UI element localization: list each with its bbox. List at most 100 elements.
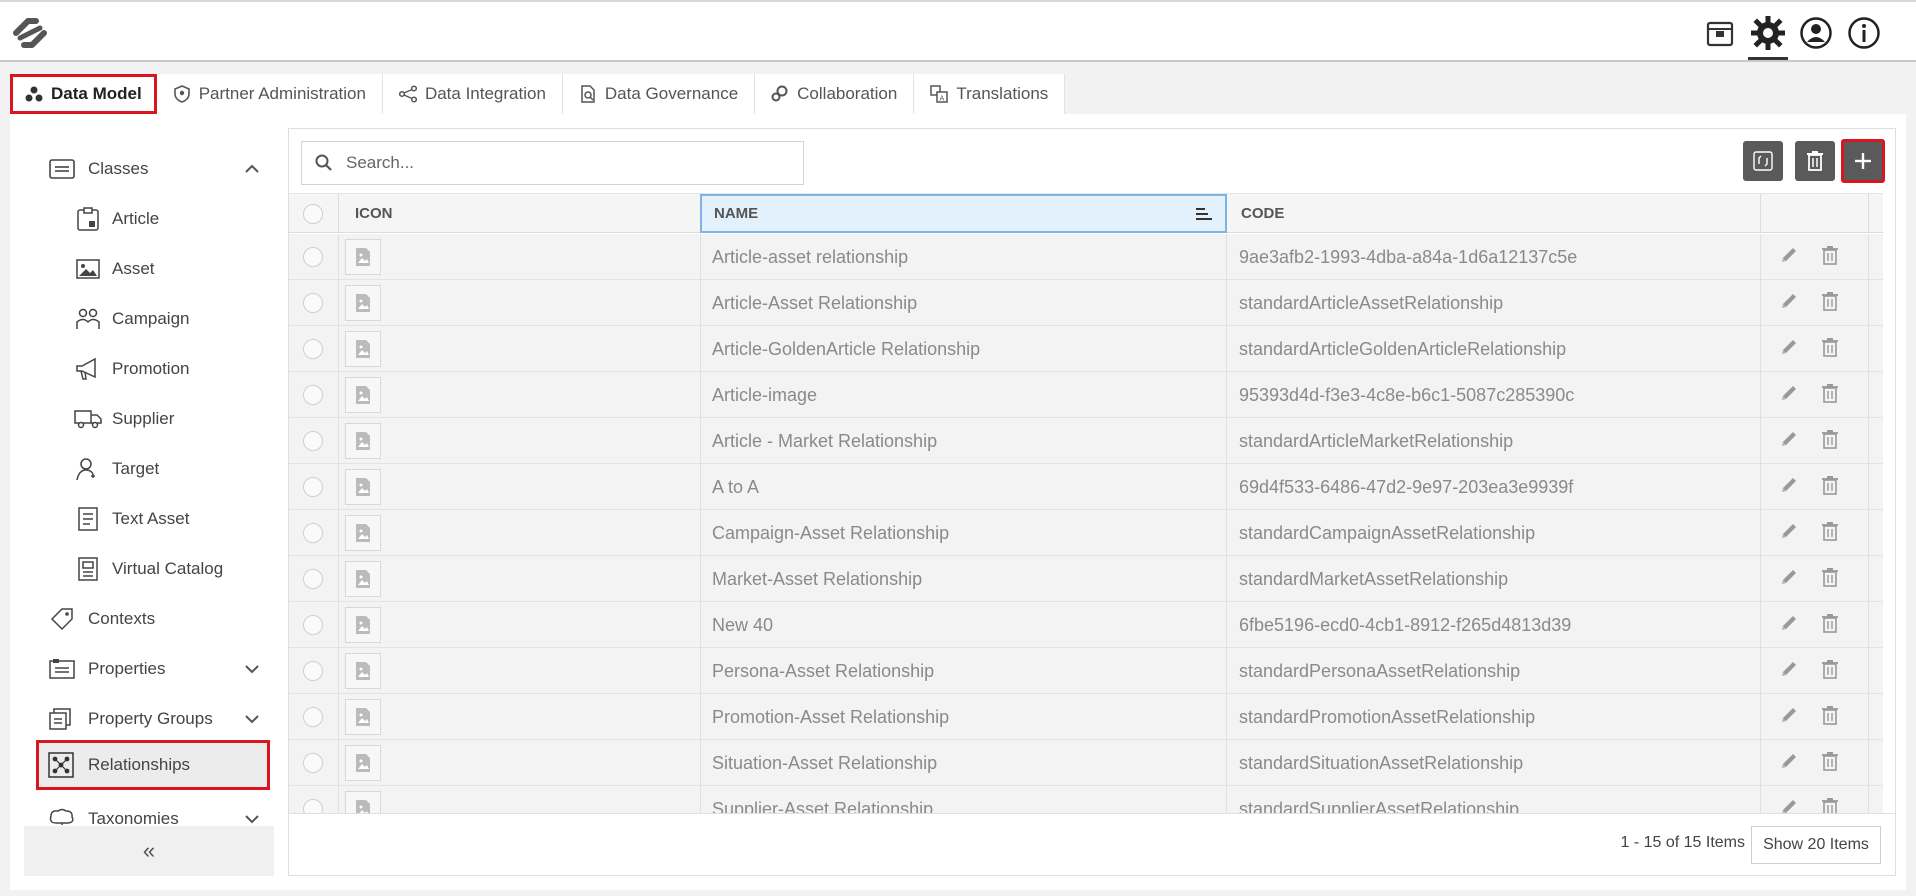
sidebar-item-promotion[interactable]: Promotion <box>24 344 274 394</box>
sidebar-item-target[interactable]: Target <box>24 444 274 494</box>
relationship-code: 9ae3afb2-1993-4dba-a84a-1d6a12137c5e <box>1239 246 1578 267</box>
tab-translations[interactable]: A Translations <box>914 74 1066 114</box>
page-size-button[interactable]: Show 20 Items <box>1751 826 1881 864</box>
column-header-code[interactable]: CODE <box>1227 194 1761 233</box>
edit-pencil-icon[interactable] <box>1779 429 1799 454</box>
sidebar-item-classes[interactable]: Classes <box>24 144 274 194</box>
sidebar-item-asset[interactable]: Asset <box>24 244 274 294</box>
chevron-down-icon[interactable] <box>244 661 260 677</box>
delete-trash-icon[interactable] <box>1821 521 1839 546</box>
edit-pencil-icon[interactable] <box>1779 797 1799 813</box>
delete-trash-icon[interactable] <box>1821 291 1839 316</box>
app-logo-icon[interactable] <box>6 14 54 52</box>
sidebar-item-supplier[interactable]: Supplier <box>24 394 274 444</box>
column-header-icon[interactable]: ICON <box>339 194 701 233</box>
edit-pencil-icon[interactable] <box>1779 613 1799 638</box>
delete-trash-icon[interactable] <box>1821 429 1839 454</box>
tab-data-integration[interactable]: Data Integration <box>382 74 563 114</box>
delete-trash-icon[interactable] <box>1821 567 1839 592</box>
table-row[interactable]: Supplier-Asset Relationship standardSuppl… <box>289 786 1883 813</box>
row-select-radio[interactable] <box>303 477 323 497</box>
table-row[interactable]: Article-Asset Relationship standardArticl… <box>289 280 1883 326</box>
actions-cell <box>1761 648 1869 694</box>
edit-pencil-icon[interactable] <box>1779 659 1799 684</box>
row-select-radio[interactable] <box>303 385 323 405</box>
relationship-name: Persona-Asset Relationship <box>712 660 935 681</box>
sidebar-item-virtual-catalog[interactable]: Virtual Catalog <box>24 544 274 594</box>
search-input[interactable] <box>346 153 766 173</box>
delete-trash-icon[interactable] <box>1821 383 1839 408</box>
table-row[interactable]: Article-image 95393d4d-f3e3-4c8e-b6c1-508… <box>289 372 1883 418</box>
tab-data-governance[interactable]: Data Governance <box>562 74 756 114</box>
row-select-radio[interactable] <box>303 799 323 813</box>
info-icon[interactable] <box>1840 10 1888 56</box>
select-cell <box>289 372 339 418</box>
table-row[interactable]: Promotion-Asset Relationship standardProm… <box>289 694 1883 740</box>
row-select-radio[interactable] <box>303 247 323 267</box>
edit-pencil-icon[interactable] <box>1779 567 1799 592</box>
row-select-radio[interactable] <box>303 523 323 543</box>
relationship-name: Supplier-Asset Relationship <box>712 798 934 814</box>
table-row[interactable]: Persona-Asset Relationship standardPerson… <box>289 648 1883 694</box>
edit-pencil-icon[interactable] <box>1779 383 1799 408</box>
refresh-button[interactable] <box>1743 141 1783 181</box>
table-row[interactable]: New 40 6fbe5196-ecd0-4cb1-8912-f265d4813d… <box>289 602 1883 648</box>
settings-gear-icon[interactable] <box>1744 10 1792 60</box>
delete-trash-icon[interactable] <box>1821 797 1839 813</box>
row-select-radio[interactable] <box>303 569 323 589</box>
row-select-radio[interactable] <box>303 339 323 359</box>
tab-collaboration[interactable]: Collaboration <box>755 74 915 114</box>
edit-pencil-icon[interactable] <box>1779 475 1799 500</box>
table-row[interactable]: Article-GoldenArticle Relationship standa… <box>289 326 1883 372</box>
row-select-radio[interactable] <box>303 293 323 313</box>
delete-trash-icon[interactable] <box>1821 337 1839 362</box>
calendar-icon[interactable] <box>1696 10 1744 56</box>
delete-trash-icon[interactable] <box>1821 751 1839 776</box>
delete-trash-icon[interactable] <box>1821 705 1839 730</box>
row-select-radio[interactable] <box>303 753 323 773</box>
delete-trash-icon[interactable] <box>1821 245 1839 270</box>
delete-trash-icon[interactable] <box>1821 475 1839 500</box>
edit-pencil-icon[interactable] <box>1779 521 1799 546</box>
sidebar-item-relationships[interactable]: Relationships <box>36 740 270 790</box>
row-select-radio[interactable] <box>303 431 323 451</box>
sidebar-item-article[interactable]: Article <box>24 194 274 244</box>
sort-menu-icon[interactable] <box>1195 206 1213 226</box>
table-row[interactable]: Campaign-Asset Relationship standardCampa… <box>289 510 1883 556</box>
row-select-radio[interactable] <box>303 661 323 681</box>
table-row[interactable]: Situation-Asset Relationship standardSitu… <box>289 740 1883 786</box>
delete-trash-icon[interactable] <box>1821 659 1839 684</box>
edit-pencil-icon[interactable] <box>1779 337 1799 362</box>
name-cell: Market-Asset Relationship <box>700 556 1227 602</box>
chevron-down-icon[interactable] <box>244 711 260 727</box>
delete-trash-icon[interactable] <box>1821 613 1839 638</box>
sidebar-item-property-groups[interactable]: Property Groups <box>24 694 274 744</box>
table-row[interactable]: Article-asset relationship 9ae3afb2-1993-… <box>289 234 1883 280</box>
sidebar-item-contexts[interactable]: Contexts <box>24 594 274 644</box>
user-profile-icon[interactable] <box>1792 10 1840 56</box>
column-header-name[interactable]: NAME <box>700 194 1227 233</box>
sidebar-item-campaign[interactable]: Campaign <box>24 294 274 344</box>
tab-label: Collaboration <box>797 84 898 103</box>
edit-pencil-icon[interactable] <box>1779 705 1799 730</box>
collapse-sidebar-button[interactable]: « <box>24 826 274 876</box>
sidebar-item-text-asset[interactable]: Text Asset <box>24 494 274 544</box>
table-row[interactable]: Article - Market Relationship standardArt… <box>289 418 1883 464</box>
select-cell <box>289 648 339 694</box>
sidebar-item-taxonomies[interactable]: Taxonomies <box>24 794 274 825</box>
sidebar-item-properties[interactable]: Properties <box>24 644 274 694</box>
edit-pencil-icon[interactable] <box>1779 245 1799 270</box>
edit-pencil-icon[interactable] <box>1779 291 1799 316</box>
table-row[interactable]: A to A 69d4f533-6486-47d2-9e97-203ea3e993… <box>289 464 1883 510</box>
chevron-up-icon[interactable] <box>244 161 260 177</box>
table-row[interactable]: Market-Asset Relationship standardMarketA… <box>289 556 1883 602</box>
tab-data-model[interactable]: Data Model <box>10 74 157 114</box>
row-select-radio[interactable] <box>303 707 323 727</box>
chevron-down-icon[interactable] <box>244 811 260 825</box>
select-all-checkbox[interactable] <box>303 203 323 224</box>
tab-partner-administration[interactable]: Partner Administration <box>156 74 383 114</box>
delete-selected-button[interactable] <box>1795 141 1835 181</box>
add-relationship-button[interactable] <box>1841 139 1885 183</box>
row-select-radio[interactable] <box>303 615 323 635</box>
edit-pencil-icon[interactable] <box>1779 751 1799 776</box>
